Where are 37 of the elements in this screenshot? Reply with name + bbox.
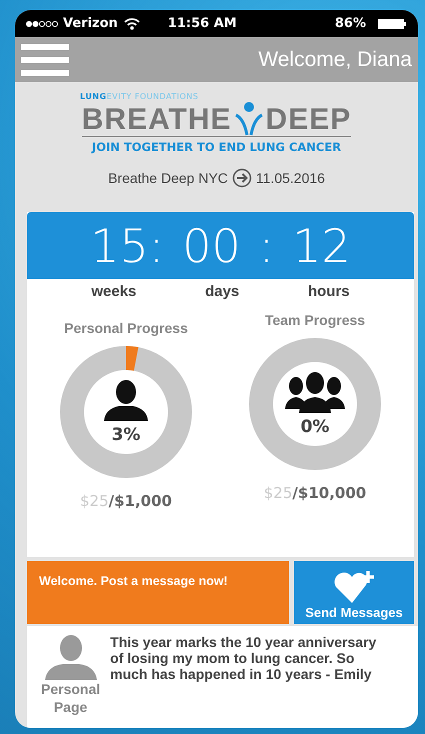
send-messages-button[interactable]: Send Messages	[294, 561, 414, 624]
progress-percent: 3%	[112, 425, 140, 445]
amount-goal: /$10,000	[292, 484, 366, 502]
unit-label: hours	[308, 283, 350, 300]
countdown-hours: 12	[292, 218, 351, 272]
countdown-days: 00	[182, 218, 241, 272]
progress-title: Team Progress	[264, 312, 366, 328]
clock-time: 11:56 AM	[168, 16, 238, 31]
logo-word: DEEP	[266, 105, 352, 135]
event-name: Breathe Deep NYC	[108, 170, 228, 186]
event-date: 11.05.2016	[256, 170, 325, 186]
group-icon	[285, 371, 345, 413]
logo-word: BREATHE	[82, 105, 232, 135]
personal-page-link[interactable]: Personal Page	[41, 680, 100, 716]
post-text: This year marks the 10 year anniversary of losing my mom to lung cancer. So much has happened in 10 years - Emily	[110, 634, 378, 684]
unit-label: weeks	[91, 283, 136, 300]
logo-tagline: JOIN TOGETHER TO END LUNG CANCER	[92, 140, 342, 154]
carrier-name: Verizon	[63, 16, 118, 31]
avatar-icon[interactable]	[44, 634, 97, 680]
figure-icon	[234, 101, 264, 137]
banner-text: Welcome. Post a message now!	[39, 574, 228, 588]
battery-percent: 86%	[334, 16, 366, 31]
wifi-icon	[124, 17, 140, 30]
countdown-weeks: 15:	[90, 218, 164, 272]
progress-percent: 0%	[300, 417, 330, 437]
message-banner[interactable]: Welcome. Post a message now!	[27, 561, 289, 624]
unit-label: days	[205, 283, 240, 300]
countdown-separator: :	[258, 218, 274, 272]
heart-plus-icon	[332, 569, 376, 605]
progress-title: Personal Progress	[64, 320, 188, 336]
foundation-name: LUNGEVITY FOUNDATIONS	[80, 92, 198, 101]
signal-icon	[25, 20, 59, 28]
amount-goal: /$1,000	[108, 492, 172, 510]
welcome-text: Welcome, Diana	[258, 48, 412, 72]
person-icon	[101, 379, 151, 421]
menu-icon[interactable]	[21, 44, 69, 76]
battery-icon	[378, 18, 406, 28]
